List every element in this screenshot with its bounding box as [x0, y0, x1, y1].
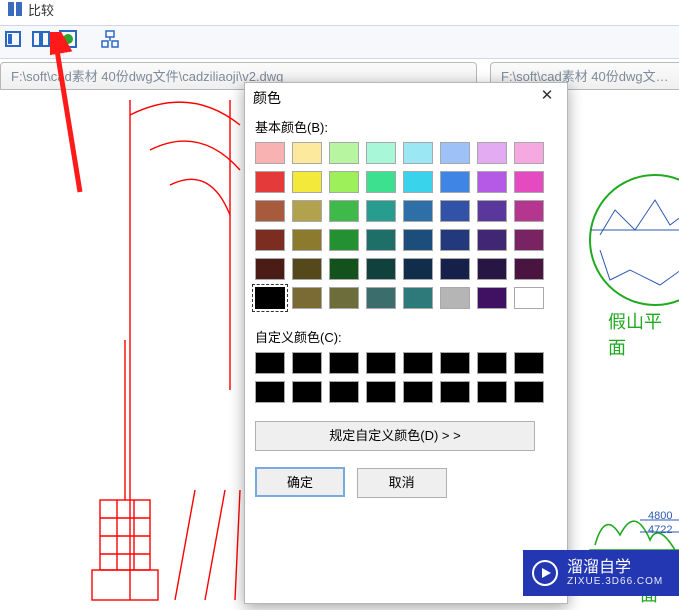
- app-icon: [8, 2, 22, 19]
- view-single-icon[interactable]: [4, 30, 24, 50]
- custom-color-swatch[interactable]: [329, 352, 359, 374]
- basic-color-swatch[interactable]: [366, 258, 396, 280]
- custom-color-swatch[interactable]: [403, 352, 433, 374]
- highlight-toggle-icon[interactable]: [59, 30, 79, 50]
- basic-color-swatch[interactable]: [366, 171, 396, 193]
- basic-color-swatch[interactable]: [440, 171, 470, 193]
- custom-color-swatch[interactable]: [440, 352, 470, 374]
- basic-color-swatch[interactable]: [477, 142, 507, 164]
- basic-color-swatch[interactable]: [366, 200, 396, 222]
- custom-colors-grid: [255, 352, 555, 403]
- basic-color-swatch[interactable]: [255, 200, 285, 222]
- watermark-name: 溜溜自学: [567, 560, 663, 576]
- custom-color-swatch[interactable]: [403, 381, 433, 403]
- color-dialog-title: 颜色: [253, 88, 281, 108]
- custom-color-swatch[interactable]: [477, 381, 507, 403]
- basic-color-swatch[interactable]: [477, 200, 507, 222]
- basic-color-swatch[interactable]: [514, 200, 544, 222]
- basic-color-swatch[interactable]: [403, 142, 433, 164]
- custom-color-swatch[interactable]: [292, 381, 322, 403]
- basic-color-swatch[interactable]: [292, 171, 322, 193]
- dimension-2: 4722: [648, 524, 672, 536]
- color-dialog: 颜色 ✕ 基本颜色(B): 自定义颜色(C): 规定自定义颜色(D) > > 确…: [244, 82, 568, 604]
- custom-colors-label: 自定义颜色(C):: [255, 327, 557, 346]
- settings-icon[interactable]: [101, 30, 121, 50]
- basic-color-swatch[interactable]: [514, 258, 544, 280]
- custom-color-swatch[interactable]: [366, 352, 396, 374]
- basic-color-swatch[interactable]: [514, 229, 544, 251]
- right-plan-label: 假山平面: [608, 308, 679, 360]
- basic-color-swatch[interactable]: [477, 258, 507, 280]
- basic-color-swatch[interactable]: [440, 200, 470, 222]
- basic-color-swatch[interactable]: [255, 229, 285, 251]
- basic-color-swatch[interactable]: [255, 142, 285, 164]
- custom-color-swatch[interactable]: [514, 381, 544, 403]
- custom-color-swatch[interactable]: [440, 381, 470, 403]
- basic-color-swatch[interactable]: [255, 258, 285, 280]
- tab-left-label: F:\soft\cad素材 40份dwg文件\cadziliaoji\v2.dw…: [11, 69, 283, 84]
- basic-color-swatch[interactable]: [292, 200, 322, 222]
- basic-color-swatch[interactable]: [329, 258, 359, 280]
- basic-colors-label: 基本颜色(B):: [255, 117, 557, 136]
- basic-color-swatch[interactable]: [477, 287, 507, 309]
- basic-color-swatch[interactable]: [477, 171, 507, 193]
- basic-color-swatch[interactable]: [440, 258, 470, 280]
- basic-color-swatch[interactable]: [366, 142, 396, 164]
- custom-color-swatch[interactable]: [329, 381, 359, 403]
- basic-color-swatch[interactable]: [329, 229, 359, 251]
- basic-color-swatch[interactable]: [329, 200, 359, 222]
- basic-color-swatch[interactable]: [255, 171, 285, 193]
- custom-color-swatch[interactable]: [255, 352, 285, 374]
- cancel-button[interactable]: 取消: [357, 468, 447, 498]
- basic-color-swatch[interactable]: [440, 287, 470, 309]
- basic-color-swatch[interactable]: [403, 258, 433, 280]
- basic-color-swatch[interactable]: [329, 171, 359, 193]
- basic-color-swatch[interactable]: [514, 171, 544, 193]
- basic-color-swatch[interactable]: [329, 287, 359, 309]
- dimension-1: 4800: [648, 510, 672, 522]
- watermark-logo-icon: [523, 550, 567, 596]
- basic-color-swatch[interactable]: [477, 229, 507, 251]
- basic-color-swatch[interactable]: [514, 287, 544, 309]
- basic-color-swatch[interactable]: [292, 258, 322, 280]
- basic-color-swatch[interactable]: [403, 229, 433, 251]
- basic-color-swatch[interactable]: [292, 287, 322, 309]
- basic-color-swatch[interactable]: [366, 229, 396, 251]
- basic-colors-grid: [255, 142, 555, 309]
- basic-color-swatch[interactable]: [440, 142, 470, 164]
- basic-color-swatch[interactable]: [366, 287, 396, 309]
- ok-button[interactable]: 确定: [255, 467, 345, 497]
- watermark-url: ZIXUE.3D66.COM: [567, 576, 663, 587]
- app-title: 比较: [28, 0, 54, 19]
- view-split-icon[interactable]: [32, 30, 52, 50]
- toolbar: [0, 25, 679, 59]
- basic-color-swatch[interactable]: [292, 142, 322, 164]
- custom-color-swatch[interactable]: [514, 352, 544, 374]
- basic-color-swatch[interactable]: [255, 287, 285, 309]
- basic-color-swatch[interactable]: [440, 229, 470, 251]
- color-dialog-titlebar[interactable]: 颜色 ✕: [245, 83, 567, 111]
- basic-color-swatch[interactable]: [403, 171, 433, 193]
- custom-color-swatch[interactable]: [477, 352, 507, 374]
- basic-color-swatch[interactable]: [329, 142, 359, 164]
- custom-color-swatch[interactable]: [255, 381, 285, 403]
- custom-color-swatch[interactable]: [292, 352, 322, 374]
- comparison-titlebar: 比较: [0, 0, 679, 20]
- close-icon[interactable]: ✕: [533, 87, 561, 107]
- basic-color-swatch[interactable]: [403, 200, 433, 222]
- watermark: 溜溜自学 ZIXUE.3D66.COM: [523, 550, 679, 596]
- custom-color-swatch[interactable]: [366, 381, 396, 403]
- define-custom-color-button[interactable]: 规定自定义颜色(D) > >: [255, 421, 535, 451]
- basic-color-swatch[interactable]: [514, 142, 544, 164]
- basic-color-swatch[interactable]: [292, 229, 322, 251]
- basic-color-swatch[interactable]: [403, 287, 433, 309]
